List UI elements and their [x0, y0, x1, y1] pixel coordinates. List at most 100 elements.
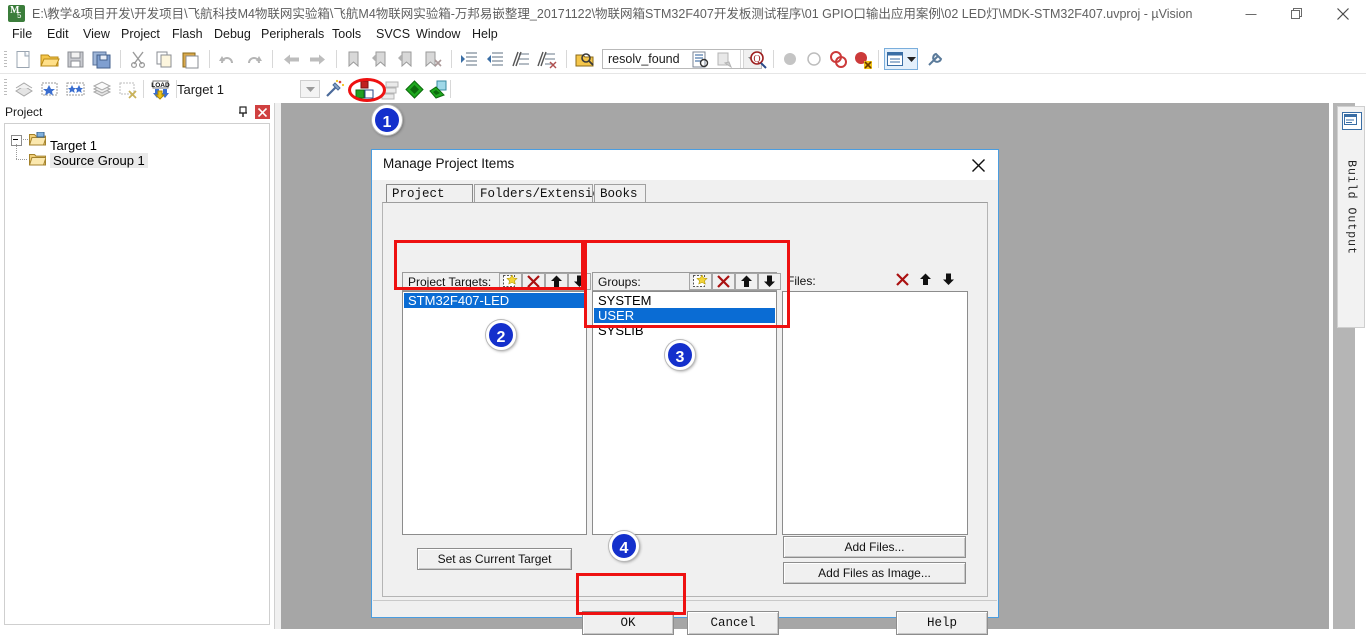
add-files-as-image-button[interactable]: Add Files as Image...	[783, 562, 966, 584]
menu-peripherals[interactable]: Peripherals	[255, 24, 330, 45]
outdent-icon[interactable]	[485, 49, 506, 70]
options-for-target-icon[interactable]	[324, 79, 345, 100]
move-group-up-icon[interactable]	[735, 273, 758, 290]
open-file-icon[interactable]	[39, 49, 60, 70]
new-target-icon[interactable]	[499, 273, 522, 290]
indent-icon[interactable]	[459, 49, 480, 70]
toolbar-separator	[336, 50, 337, 68]
project-targets-label: Project Targets:	[408, 275, 492, 289]
toolbar-separator	[773, 50, 774, 68]
download-to-flash-icon[interactable]: LOAD	[150, 79, 171, 100]
move-group-down-icon[interactable]	[758, 273, 781, 290]
menu-edit[interactable]: Edit	[41, 24, 75, 45]
new-group-icon[interactable]	[689, 273, 712, 290]
uvision-window: M5 E:\教学&项目开发\开发项目\飞航科技M4物联网实验箱\飞航M4物联网实…	[0, 0, 1366, 635]
translate-icon[interactable]	[13, 79, 34, 100]
bookmark-toggle-icon[interactable]	[344, 49, 365, 70]
breakpoint-disable-all-icon[interactable]	[852, 49, 873, 70]
new-file-icon[interactable]	[13, 49, 34, 70]
menu-file[interactable]: File	[6, 24, 38, 45]
build-output-tab[interactable]: Build Output	[1337, 106, 1365, 328]
move-file-down-icon[interactable]	[938, 272, 961, 289]
delete-file-icon[interactable]	[892, 272, 915, 289]
dialog-tabstrip: Project Items Folders/Extensions Books	[386, 184, 988, 220]
bookmark-clear-icon[interactable]	[422, 49, 443, 70]
batch-build-icon[interactable]	[91, 79, 112, 100]
bookmark-next-icon[interactable]	[396, 49, 417, 70]
target-combobox-value: Target 1	[177, 82, 224, 97]
help-button[interactable]: Help	[896, 611, 988, 635]
tab-project-items[interactable]: Project Items	[386, 184, 473, 220]
comment-icon[interactable]	[511, 49, 532, 70]
cut-icon[interactable]	[128, 49, 149, 70]
ok-button[interactable]: OK	[582, 611, 674, 635]
breakpoint-disable-icon[interactable]	[804, 49, 825, 70]
menu-debug[interactable]: Debug	[208, 24, 257, 45]
uncomment-icon[interactable]	[537, 49, 558, 70]
delete-group-icon[interactable]	[712, 273, 735, 290]
pack-installer-icon[interactable]	[404, 79, 425, 100]
manage-project-items-icon[interactable]	[354, 79, 375, 100]
cancel-button[interactable]: Cancel	[687, 611, 779, 635]
breakpoint-kill-all-icon[interactable]	[828, 49, 849, 70]
redo-icon[interactable]	[243, 49, 264, 70]
move-target-down-icon[interactable]	[568, 273, 591, 290]
pin-icon[interactable]	[236, 105, 250, 119]
incremental-find-icon[interactable]	[714, 49, 735, 70]
tree-item-source-group-1[interactable]: Source Group 1	[50, 151, 148, 170]
breakpoint-icon[interactable]	[780, 49, 801, 70]
project-dock-title: Project	[5, 105, 43, 119]
save-icon[interactable]	[65, 49, 86, 70]
stop-build-icon[interactable]	[117, 79, 138, 100]
toolbar-separator	[450, 80, 451, 98]
tab-folders-extensions[interactable]: Folders/Extensions	[474, 184, 615, 203]
menu-view[interactable]: View	[77, 24, 116, 45]
bookmark-prev-icon[interactable]	[370, 49, 391, 70]
dialog-close-button[interactable]	[966, 155, 990, 175]
move-file-up-icon[interactable]	[915, 272, 938, 289]
configure-toolbar-icon[interactable]	[925, 49, 946, 70]
find-in-files-icon[interactable]	[574, 49, 595, 70]
rebuild-all-icon[interactable]	[65, 79, 86, 100]
find-icon[interactable]: Q	[747, 49, 768, 70]
menu-project[interactable]: Project	[115, 24, 166, 45]
build-output-icon	[1342, 112, 1362, 130]
navigate-back-icon[interactable]	[281, 49, 302, 70]
find-combobox[interactable]: resolv_found	[602, 49, 762, 69]
paste-icon[interactable]	[180, 49, 201, 70]
toolbar-separator	[878, 50, 879, 68]
navigate-forward-icon[interactable]	[307, 49, 328, 70]
menu-flash[interactable]: Flash	[166, 24, 209, 45]
toolbar-separator	[272, 50, 273, 68]
list-item[interactable]: USER	[594, 308, 775, 323]
project-tree[interactable]: Target 1 Source Group 1	[4, 123, 270, 625]
set-as-current-target-button[interactable]: Set as Current Target	[417, 548, 572, 570]
menu-tools[interactable]: Tools	[326, 24, 367, 45]
manage-run-time-env-icon[interactable]	[428, 79, 449, 100]
window-layout-icon[interactable]	[884, 48, 918, 70]
menu-window[interactable]: Window	[410, 24, 466, 45]
manage-multi-project-icon[interactable]	[380, 79, 401, 100]
build-icon[interactable]	[39, 79, 60, 100]
find-in-files-list-icon[interactable]	[690, 49, 711, 70]
menu-help[interactable]: Help	[466, 24, 504, 45]
files-list[interactable]	[782, 291, 968, 535]
target-dropdown-icon[interactable]	[300, 80, 320, 98]
delete-target-icon[interactable]	[522, 273, 545, 290]
undo-icon[interactable]	[217, 49, 238, 70]
list-item[interactable]: SYSLIB	[594, 323, 775, 338]
toolbar-grip[interactable]	[4, 79, 7, 96]
window-title: E:\教学&项目开发\开发项目\飞航科技M4物联网实验箱\飞航M4物联网实验箱-…	[32, 7, 1193, 21]
project-dock-close-button[interactable]	[255, 105, 270, 119]
save-all-icon[interactable]	[91, 49, 112, 70]
list-item[interactable]: SYSTEM	[594, 293, 775, 308]
annotation-badge-4: 4	[609, 531, 639, 561]
tab-books[interactable]: Books	[594, 184, 646, 203]
move-target-up-icon[interactable]	[545, 273, 568, 290]
list-item[interactable]: STM32F407-LED	[404, 293, 585, 308]
build-output-tab-label: Build Output	[1344, 160, 1358, 255]
groups-list[interactable]: SYSTEM USER SYSLIB	[592, 291, 777, 535]
add-files-button[interactable]: Add Files...	[783, 536, 966, 558]
toolbar-grip[interactable]	[4, 51, 7, 68]
copy-icon[interactable]	[154, 49, 175, 70]
